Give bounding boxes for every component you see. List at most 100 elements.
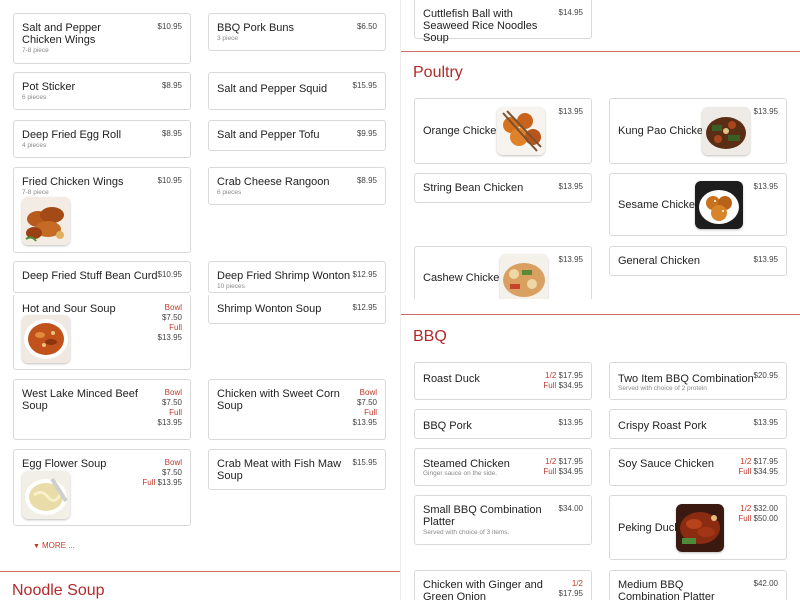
menu-item-card[interactable]: Medium BBQ Combination Platter $42.00: [609, 570, 787, 600]
item-name: Fried Chicken Wings: [22, 176, 124, 188]
item-name: Shrimp Wonton Soup: [217, 303, 322, 315]
orange-chicken-photo: [497, 107, 545, 155]
section-divider: [0, 571, 400, 572]
menu-item-card[interactable]: Crispy Roast Pork $13.95: [609, 409, 787, 439]
half-price: $17.95: [753, 457, 778, 466]
half-price: $17.95: [558, 457, 583, 466]
item-name: Sesame Chicken: [618, 199, 702, 211]
menu-item-card[interactable]: Egg Flower Soup Bowl $7.50 Full $13.95: [13, 449, 191, 526]
menu-item-card[interactable]: Cuttlefish Ball with Seaweed Rice Noodle…: [414, 0, 592, 44]
item-price: $10.95: [157, 22, 182, 31]
item-price: 1/2 $32.00 Full $50.00: [738, 504, 778, 524]
full-price: $50.00: [753, 514, 778, 523]
item-price: $13.95: [753, 182, 778, 191]
menu-item-card[interactable]: Roast Duck 1/2 $17.95 Full $34.95: [414, 362, 592, 400]
menu-item-card[interactable]: Deep Fried Shrimp Wonton 10 pieces $12.9…: [208, 261, 386, 293]
menu-item-card[interactable]: Hot and Sour Soup Bowl $7.50 Full $13.95: [13, 294, 191, 370]
item-name: Pot Sticker: [22, 81, 76, 93]
item-price: $12.95: [352, 303, 377, 312]
scroll-mask: [401, 299, 800, 314]
menu-item-card[interactable]: Small BBQ Combination Platter Served wit…: [414, 495, 592, 545]
item-name: Small BBQ Combination Platter: [423, 504, 542, 528]
half-price: $17.95: [558, 371, 583, 380]
item-description: 6 pieces: [217, 189, 242, 196]
section-divider: [401, 51, 800, 52]
half-price: $17.95: [558, 589, 583, 598]
full-label: Full: [169, 408, 182, 417]
menu-item-card[interactable]: Crab Cheese Rangoon 6 pieces $8.95: [208, 167, 386, 205]
full-label: Full: [169, 323, 182, 332]
item-price: $14.95: [558, 8, 583, 17]
item-description: 7-8 piece: [22, 47, 49, 54]
fried-chicken-wings-photo: [22, 197, 70, 245]
item-price: 1/2 $17.95 Full $34.95: [738, 457, 778, 477]
half-label: 1/2: [545, 457, 557, 466]
menu-item-card[interactable]: Salt and Pepper Squid $15.95: [208, 72, 386, 110]
item-name: Cuttlefish Ball with Seaweed Rice Noodle…: [423, 8, 538, 44]
item-name: BBQ Pork Buns: [217, 22, 295, 34]
bowl-label: Bowl: [164, 458, 182, 467]
menu-item-card[interactable]: BBQ Pork Buns 3 piece $6.50: [208, 13, 386, 51]
menu-item-card[interactable]: Orange Chicken $13.95: [414, 98, 592, 164]
item-name: Crispy Roast Pork: [618, 420, 707, 432]
menu-item-card[interactable]: Salt and Pepper Tofu $9.95: [208, 120, 386, 151]
item-name: String Bean Chicken: [423, 182, 524, 194]
menu-item-card[interactable]: Shrimp Wonton Soup $12.95: [208, 294, 386, 324]
menu-item-card[interactable]: Soy Sauce Chicken 1/2 $17.95 Full $34.95: [609, 448, 787, 486]
section-title-noodle-soup: Noodle Soup: [12, 582, 105, 599]
item-price: $15.95: [352, 458, 377, 467]
item-price: 1/2 $17.95 Full $34.95: [543, 371, 583, 391]
menu-item-card[interactable]: BBQ Pork $13.95: [414, 409, 592, 439]
menu-item-card[interactable]: Chicken with Ginger and Green Onion 1/2 …: [414, 570, 592, 600]
item-price: $13.95: [753, 255, 778, 264]
item-price: $13.95: [558, 182, 583, 191]
item-name: Cashew Chicken: [423, 272, 506, 284]
item-description: 4 pieces: [22, 142, 47, 149]
item-name: Deep Fried Egg Roll: [22, 129, 122, 141]
full-price: $13.95: [352, 418, 377, 427]
menu-item-card[interactable]: Pot Sticker 6 pieces $8.95: [13, 72, 191, 110]
menu-item-card[interactable]: Deep Fried Stuff Bean Curd $10.95: [13, 261, 191, 293]
item-name: General Chicken: [618, 255, 700, 267]
menu-item-card[interactable]: Steamed Chicken Ginger sauce on the side…: [414, 448, 592, 486]
menu-item-card[interactable]: Kung Pao Chicken $13.95: [609, 98, 787, 164]
egg-flower-soup-photo: [22, 471, 70, 519]
bowl-price: $7.50: [161, 468, 182, 477]
menu-item-card[interactable]: Fried Chicken Wings 7-8 piece $10.95: [13, 167, 191, 253]
menu-item-card[interactable]: Sesame Chicken $13.95: [609, 173, 787, 236]
item-name: Peking Duck: [618, 522, 680, 534]
item-name: Egg Flower Soup: [22, 458, 107, 470]
menu-item-card[interactable]: Chicken with Sweet Corn Soup Bowl $7.50 …: [208, 379, 386, 440]
section-divider: [401, 314, 800, 315]
item-price: $42.00: [753, 579, 778, 588]
item-price: $15.95: [352, 81, 377, 90]
menu-item-card[interactable]: Two Item BBQ Combination Served with cho…: [609, 362, 787, 400]
peking-duck-photo: [676, 504, 724, 552]
menu-item-card[interactable]: West Lake Minced Beef Soup Bowl $7.50 Fu…: [13, 379, 191, 440]
item-price: $6.50: [356, 22, 377, 31]
item-name: Salt and Pepper Tofu: [217, 129, 320, 141]
item-name: Kung Pao Chicken: [618, 125, 710, 137]
item-description: Ginger sauce on the side.: [423, 470, 498, 477]
menu-item-card[interactable]: String Bean Chicken $13.95: [414, 173, 592, 203]
item-name: Hot and Sour Soup: [22, 303, 116, 315]
item-name: Soy Sauce Chicken: [618, 458, 714, 470]
item-price: $13.95: [753, 107, 778, 116]
menu-item-card[interactable]: Crab Meat with Fish Maw Soup $15.95: [208, 449, 386, 490]
item-price: $13.95: [558, 418, 583, 427]
item-name: Chicken with Sweet Corn Soup: [217, 388, 340, 412]
menu-item-card[interactable]: Peking Duck 1/2 $32.00 Full $50.00: [609, 495, 787, 560]
item-name: Salt and Pepper Chicken Wings: [22, 22, 101, 46]
full-label: Full: [738, 514, 752, 523]
menu-item-card[interactable]: Salt and Pepper Chicken Wings 7-8 piece …: [13, 13, 191, 64]
item-name: BBQ Pork: [423, 420, 472, 432]
more-link[interactable]: ▼ MORE ...: [33, 541, 75, 550]
full-price: $13.95: [157, 418, 182, 427]
half-label: 1/2: [571, 579, 583, 588]
item-price: $12.95: [352, 270, 377, 279]
bowl-price: $7.50: [161, 313, 182, 322]
item-name: Steamed Chicken: [423, 458, 510, 470]
menu-item-card[interactable]: Deep Fried Egg Roll 4 pieces $8.95: [13, 120, 191, 158]
menu-item-card[interactable]: General Chicken $13.95: [609, 246, 787, 276]
bowl-label: Bowl: [164, 303, 182, 312]
